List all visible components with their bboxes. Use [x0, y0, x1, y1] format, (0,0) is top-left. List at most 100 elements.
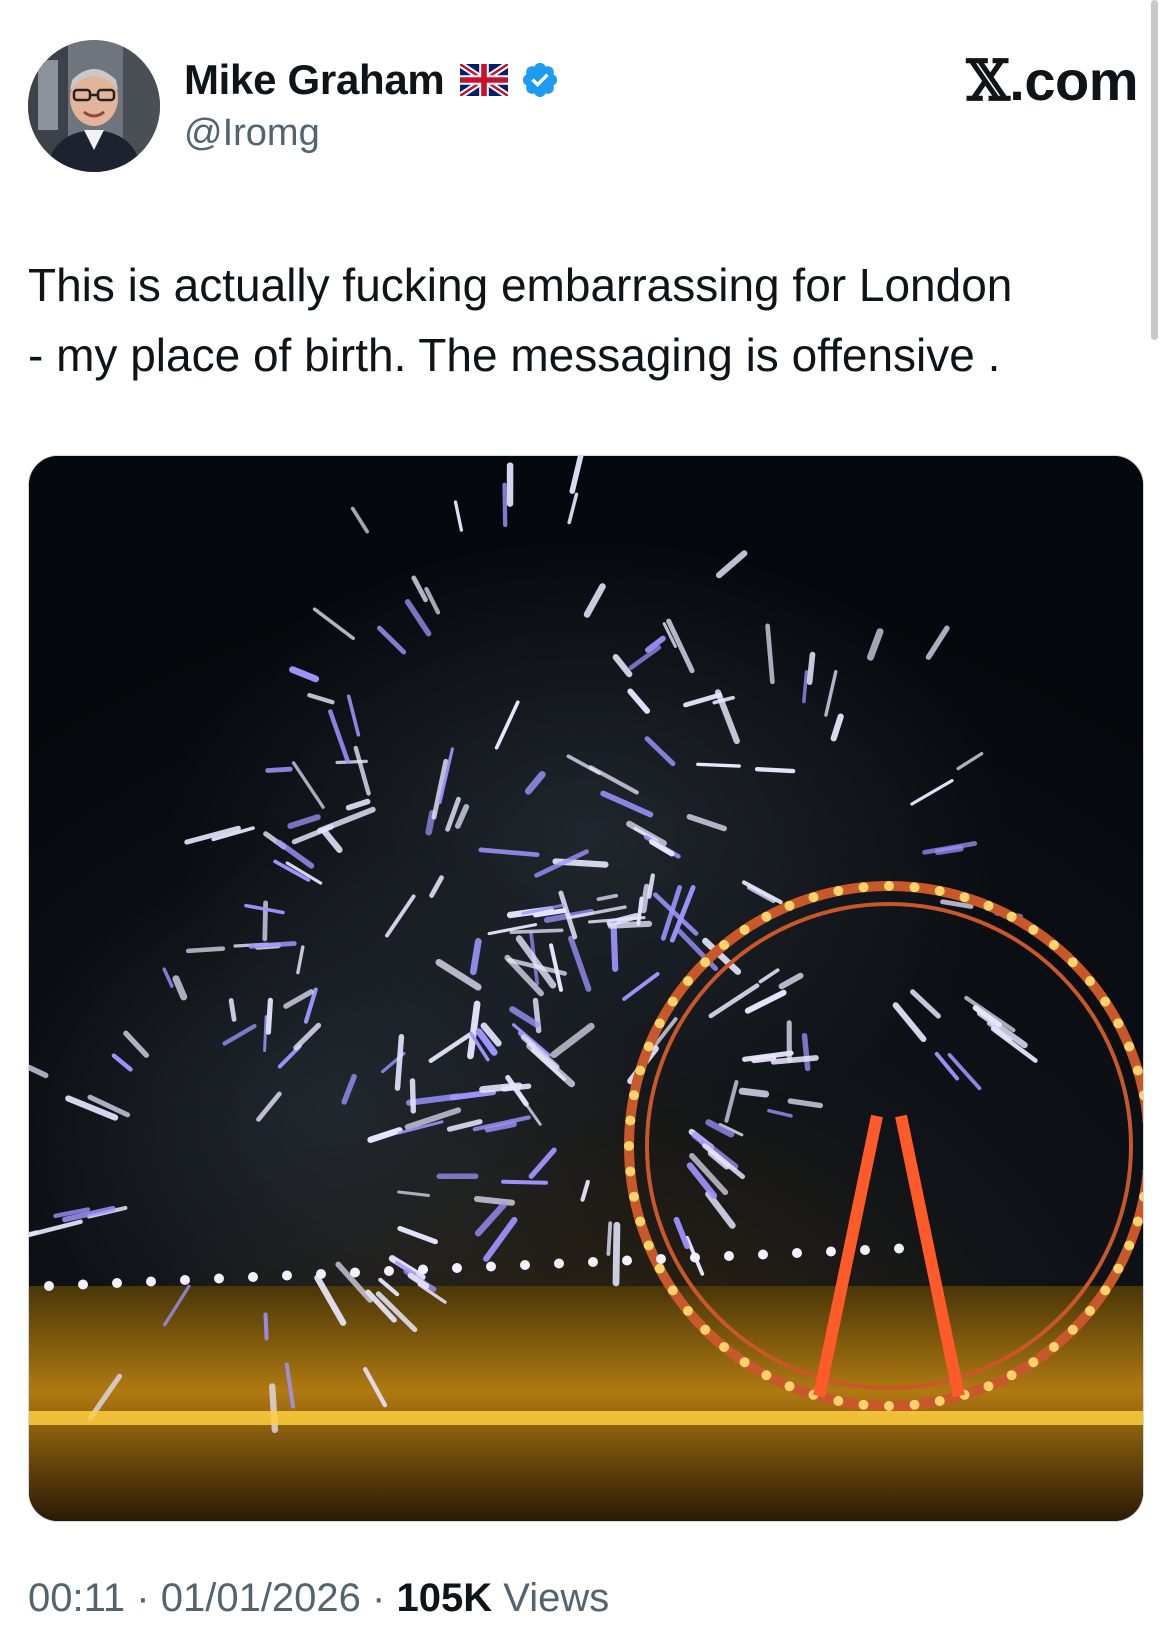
firework-spark	[263, 1312, 269, 1341]
wheel-light	[761, 1370, 772, 1381]
embankment-light	[214, 1273, 224, 1284]
wheel-light	[784, 1381, 795, 1392]
firework-spark	[228, 998, 237, 1022]
wheel-light	[934, 886, 945, 896]
wheel-light	[959, 892, 970, 903]
firework-spark	[696, 762, 741, 768]
site-label: 𝕏.com	[966, 48, 1138, 114]
wheel-light	[700, 957, 711, 968]
wheel-light	[833, 1396, 844, 1406]
shoreline-glow	[29, 1411, 1143, 1425]
embankment-light	[486, 1261, 496, 1272]
wheel-light	[884, 1401, 894, 1411]
wheel-light	[1113, 1018, 1124, 1029]
firework-spark	[473, 1195, 516, 1206]
wheel-light	[1028, 1357, 1039, 1368]
firework-spark	[640, 883, 651, 914]
wheel-light	[1006, 911, 1017, 922]
wheel-light	[833, 886, 844, 896]
wheel-light	[1085, 976, 1095, 987]
embankment-light	[452, 1263, 462, 1273]
wheel-light	[719, 940, 730, 950]
site-label-text: .com	[1009, 49, 1138, 112]
firework-spark	[185, 946, 226, 954]
wheel-light	[739, 1357, 750, 1368]
wheel-light	[667, 1285, 678, 1296]
wheel-light	[629, 1191, 639, 1202]
photo-fireworks-london-eye	[29, 456, 1143, 1521]
handle[interactable]: @Iromg	[184, 112, 560, 155]
wheel-light	[635, 1065, 646, 1076]
firework-spark	[750, 1054, 777, 1064]
embankment-light	[78, 1279, 88, 1290]
wheel-light	[858, 1399, 869, 1410]
tweet-meta: 00:11 · 01/01/2026 · 105K Views	[28, 1576, 609, 1621]
name-row: Mike Graham	[184, 54, 560, 106]
tweet-date[interactable]: 01/01/2026	[161, 1576, 361, 1620]
firework-spark	[509, 928, 564, 935]
wheel-light	[1132, 1216, 1143, 1227]
tweet-time[interactable]: 00:11	[28, 1576, 125, 1620]
embankment-light	[554, 1258, 564, 1269]
tweet-photo[interactable]	[28, 455, 1144, 1522]
wheel-light	[1124, 1041, 1135, 1052]
wheel-light	[635, 1216, 646, 1227]
firework-spark	[606, 1221, 613, 1256]
wheel-light	[1132, 1065, 1143, 1076]
firework-spark	[934, 845, 964, 856]
wheel-light	[629, 1090, 639, 1101]
embankment-light	[44, 1281, 54, 1291]
wheel-light	[654, 1018, 665, 1029]
scrollbar[interactable]	[1151, 0, 1158, 340]
firework-spark	[801, 1032, 811, 1072]
wheel-light	[1100, 1285, 1111, 1296]
avatar[interactable]	[28, 40, 160, 172]
embankment-light	[860, 1245, 870, 1255]
embankment-light	[792, 1248, 802, 1258]
wheel-light	[909, 882, 920, 893]
embankment-light	[146, 1276, 156, 1287]
views-count[interactable]: 105K	[397, 1576, 493, 1620]
wheel-light	[739, 924, 750, 935]
avatar-image	[28, 40, 160, 172]
wheel-light	[1124, 1240, 1135, 1251]
wheel-light	[719, 1342, 730, 1352]
firework-spark	[738, 1087, 770, 1098]
wheel-light	[643, 1041, 654, 1052]
wheel-light	[1067, 957, 1078, 968]
wheel-light	[784, 900, 795, 911]
firework-spark	[754, 767, 796, 774]
firework-spark	[806, 651, 816, 685]
firework-spark	[248, 941, 297, 949]
embankment-light	[588, 1257, 598, 1267]
embankment-light	[282, 1270, 292, 1281]
uk-flag-icon	[460, 64, 509, 96]
wheel-light	[683, 976, 693, 987]
wheel-light	[1067, 1324, 1078, 1335]
embankment-light	[350, 1267, 360, 1278]
embankment-light	[384, 1266, 394, 1276]
wheel-light	[983, 900, 994, 911]
wheel-light	[1028, 924, 1039, 935]
firework-spark	[610, 919, 619, 972]
verified-badge-icon	[523, 62, 558, 98]
wheel-light	[624, 1141, 634, 1151]
firework-spark	[265, 997, 273, 1035]
wheel-light	[667, 996, 678, 1007]
wheel-light	[934, 1396, 945, 1406]
wheel-light	[858, 882, 869, 893]
wheel-light	[983, 1381, 994, 1392]
meta-separator: ·	[372, 1576, 386, 1620]
wheel-light	[808, 892, 819, 903]
wheel-light	[909, 1399, 920, 1410]
wheel-light	[761, 911, 772, 922]
wheel-light	[654, 1263, 665, 1274]
embankment-light	[826, 1246, 836, 1257]
views-label: Views	[503, 1576, 610, 1620]
display-name[interactable]: Mike Graham	[184, 56, 445, 104]
wheel-light	[1048, 940, 1059, 950]
embankment-light	[690, 1252, 700, 1263]
embankment-light	[656, 1254, 666, 1264]
wheel-light	[683, 1305, 693, 1316]
embankment-light	[622, 1255, 632, 1266]
